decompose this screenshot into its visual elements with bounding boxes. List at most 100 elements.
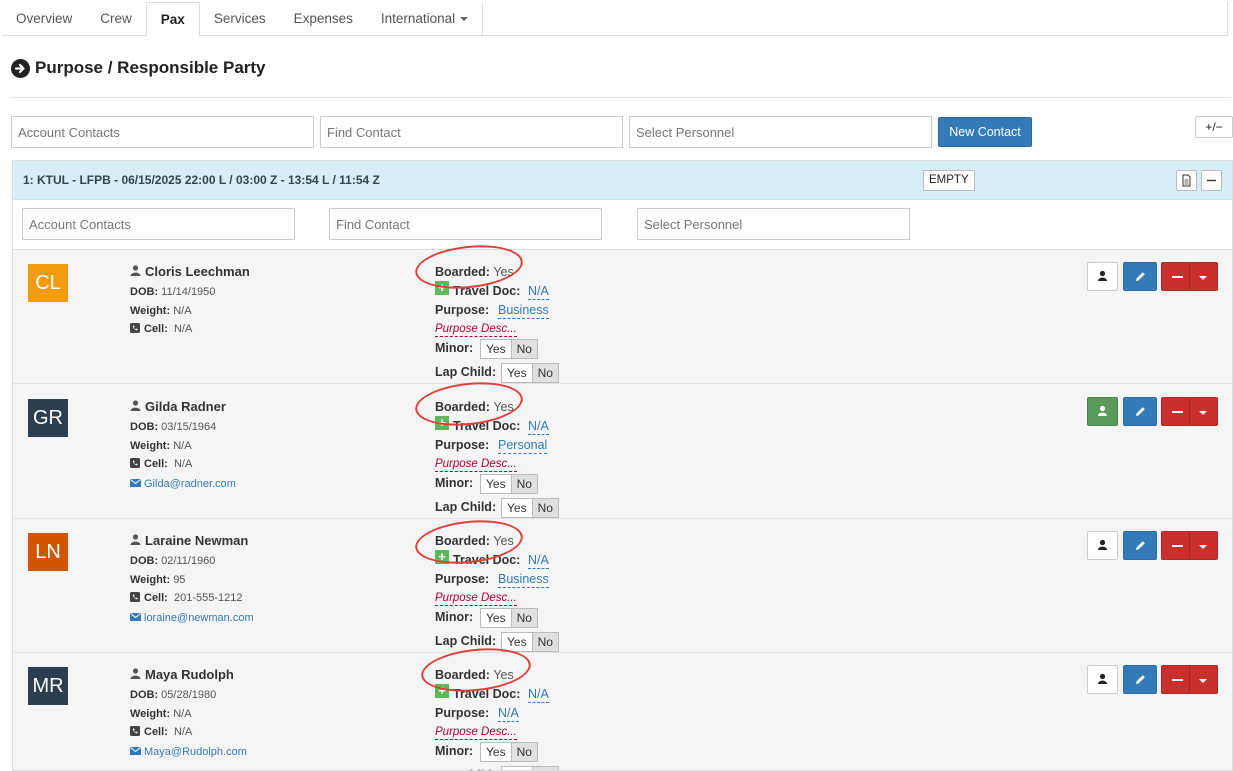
passenger-name-text: Gilda Radner: [145, 399, 226, 414]
edit-button[interactable]: [1123, 665, 1157, 694]
purpose-value[interactable]: Personal: [498, 438, 548, 454]
lap-child-toggle[interactable]: YesNo: [501, 632, 559, 652]
remove-button-group: [1161, 397, 1218, 426]
lap-child-toggle[interactable]: YesNo: [501, 766, 559, 770]
cell-line: Cell: N/A: [130, 458, 192, 470]
passenger-name[interactable]: Laraine Newman: [130, 533, 248, 548]
remove-button[interactable]: [1162, 532, 1189, 559]
lap-child-yes[interactable]: Yes: [502, 499, 532, 517]
passenger-name[interactable]: Maya Rudolph: [130, 667, 234, 682]
purpose-label: Purpose:: [435, 572, 490, 586]
passenger-name[interactable]: Gilda Radner: [130, 399, 226, 414]
purpose-value[interactable]: N/A: [498, 706, 519, 722]
leg-header: 1: KTUL - LFPB - 06/15/2025 22:00 L / 03…: [13, 161, 1232, 200]
minor-no[interactable]: No: [510, 340, 537, 358]
tab-expenses[interactable]: Expenses: [280, 2, 367, 36]
lap-child-no[interactable]: No: [531, 364, 558, 382]
remove-button[interactable]: [1162, 666, 1189, 693]
purpose-value[interactable]: Business: [498, 572, 549, 588]
purpose-desc-link[interactable]: Purpose Desc...: [435, 725, 517, 740]
remove-button-group: [1161, 665, 1218, 694]
tab-crew[interactable]: Crew: [86, 2, 146, 36]
minor-yes[interactable]: Yes: [481, 340, 511, 358]
minor-no[interactable]: No: [510, 475, 537, 493]
minor-toggle[interactable]: Yes No: [480, 474, 538, 494]
lap-child-yes[interactable]: Yes: [502, 633, 532, 651]
minor-no[interactable]: No: [510, 743, 537, 761]
responsible-party-button[interactable]: [1087, 397, 1118, 426]
remove-button[interactable]: [1162, 398, 1189, 425]
new-contact-button[interactable]: New Contact: [938, 117, 1032, 147]
select-personnel-input[interactable]: [629, 116, 932, 148]
lap-child-toggle[interactable]: YesNo: [501, 363, 559, 383]
tab-bar: Overview Crew Pax Services Expenses Inte…: [2, 2, 1228, 37]
minor-toggle[interactable]: Yes No: [480, 608, 538, 628]
lap-child-label: Lap Child:: [435, 365, 497, 379]
tab-international[interactable]: International: [367, 2, 484, 36]
find-contact-input[interactable]: [320, 116, 623, 148]
pencil-icon: [1136, 675, 1145, 684]
account-contacts-input[interactable]: [11, 116, 314, 148]
minor-label: Minor:: [435, 744, 474, 758]
travel-doc-value[interactable]: N/A: [528, 553, 549, 569]
cell-label: Cell:: [144, 323, 168, 335]
lap-child-toggle[interactable]: YesNo: [501, 498, 559, 518]
avatar: LN: [28, 533, 68, 571]
purpose-desc-link[interactable]: Purpose Desc...: [435, 322, 517, 337]
collapse-button[interactable]: [1201, 170, 1222, 191]
email-link[interactable]: Gilda@radner.com: [130, 478, 236, 490]
minor-yes[interactable]: Yes: [481, 743, 511, 761]
leg-find-contact-input[interactable]: [329, 208, 602, 240]
weight-value: N/A: [173, 440, 192, 452]
document-button[interactable]: [1176, 170, 1197, 191]
dob-value: 11/14/1950: [161, 286, 216, 298]
person-icon: [1098, 270, 1107, 281]
email-link[interactable]: Maya@Rudolph.com: [130, 746, 247, 758]
lap-child-no[interactable]: No: [531, 633, 558, 651]
leg-inputs: [13, 200, 1232, 250]
expand-collapse-button[interactable]: +/−: [1195, 116, 1233, 138]
email-link[interactable]: loraine@newman.com: [130, 612, 254, 624]
leg-account-contacts-input[interactable]: [22, 208, 295, 240]
remove-dropdown-toggle[interactable]: [1190, 263, 1217, 290]
purpose-value[interactable]: Business: [498, 303, 549, 319]
envelope-icon: [130, 746, 144, 758]
minor-toggle[interactable]: Yes No: [480, 339, 538, 359]
edit-button[interactable]: [1123, 531, 1157, 560]
remove-dropdown-toggle[interactable]: [1190, 398, 1217, 425]
remove-button[interactable]: [1162, 263, 1189, 290]
travel-doc-value[interactable]: N/A: [528, 284, 549, 300]
pencil-icon: [1136, 541, 1145, 550]
dob-line: DOB: 03/15/1964: [130, 421, 216, 433]
lap-child-yes[interactable]: Yes: [502, 364, 532, 382]
tab-overview[interactable]: Overview: [2, 2, 86, 36]
tab-services[interactable]: Services: [200, 2, 280, 36]
minor-toggle[interactable]: Yes No: [480, 742, 538, 762]
lap-child-yes[interactable]: Yes: [502, 767, 532, 770]
chevron-down-icon: [460, 17, 469, 22]
phone-icon: [130, 323, 144, 335]
minor-yes[interactable]: Yes: [481, 475, 511, 493]
travel-doc-value[interactable]: N/A: [528, 419, 549, 435]
lap-child-no[interactable]: No: [531, 499, 558, 517]
lap-child-no[interactable]: No: [531, 767, 558, 770]
edit-button[interactable]: [1123, 397, 1157, 426]
weight-value: 95: [173, 574, 186, 586]
passenger-name[interactable]: Cloris Leechman: [130, 264, 250, 279]
weight-label: Weight:: [130, 440, 171, 452]
travel-doc-value[interactable]: N/A: [528, 687, 549, 703]
leg-select-personnel-input[interactable]: [637, 208, 910, 240]
empty-badge[interactable]: EMPTY: [923, 170, 975, 191]
page-title-text: Purpose / Responsible Party: [35, 58, 266, 77]
remove-dropdown-toggle[interactable]: [1190, 666, 1217, 693]
tab-pax[interactable]: Pax: [145, 2, 200, 37]
purpose-desc-link[interactable]: Purpose Desc...: [435, 457, 517, 472]
purpose-desc-link[interactable]: Purpose Desc...: [435, 591, 517, 606]
responsible-party-button[interactable]: [1087, 531, 1118, 560]
minor-no[interactable]: No: [510, 609, 537, 627]
minor-yes[interactable]: Yes: [481, 609, 511, 627]
responsible-party-button[interactable]: [1087, 665, 1118, 694]
remove-dropdown-toggle[interactable]: [1190, 532, 1217, 559]
edit-button[interactable]: [1123, 262, 1157, 291]
responsible-party-button[interactable]: [1087, 262, 1118, 291]
